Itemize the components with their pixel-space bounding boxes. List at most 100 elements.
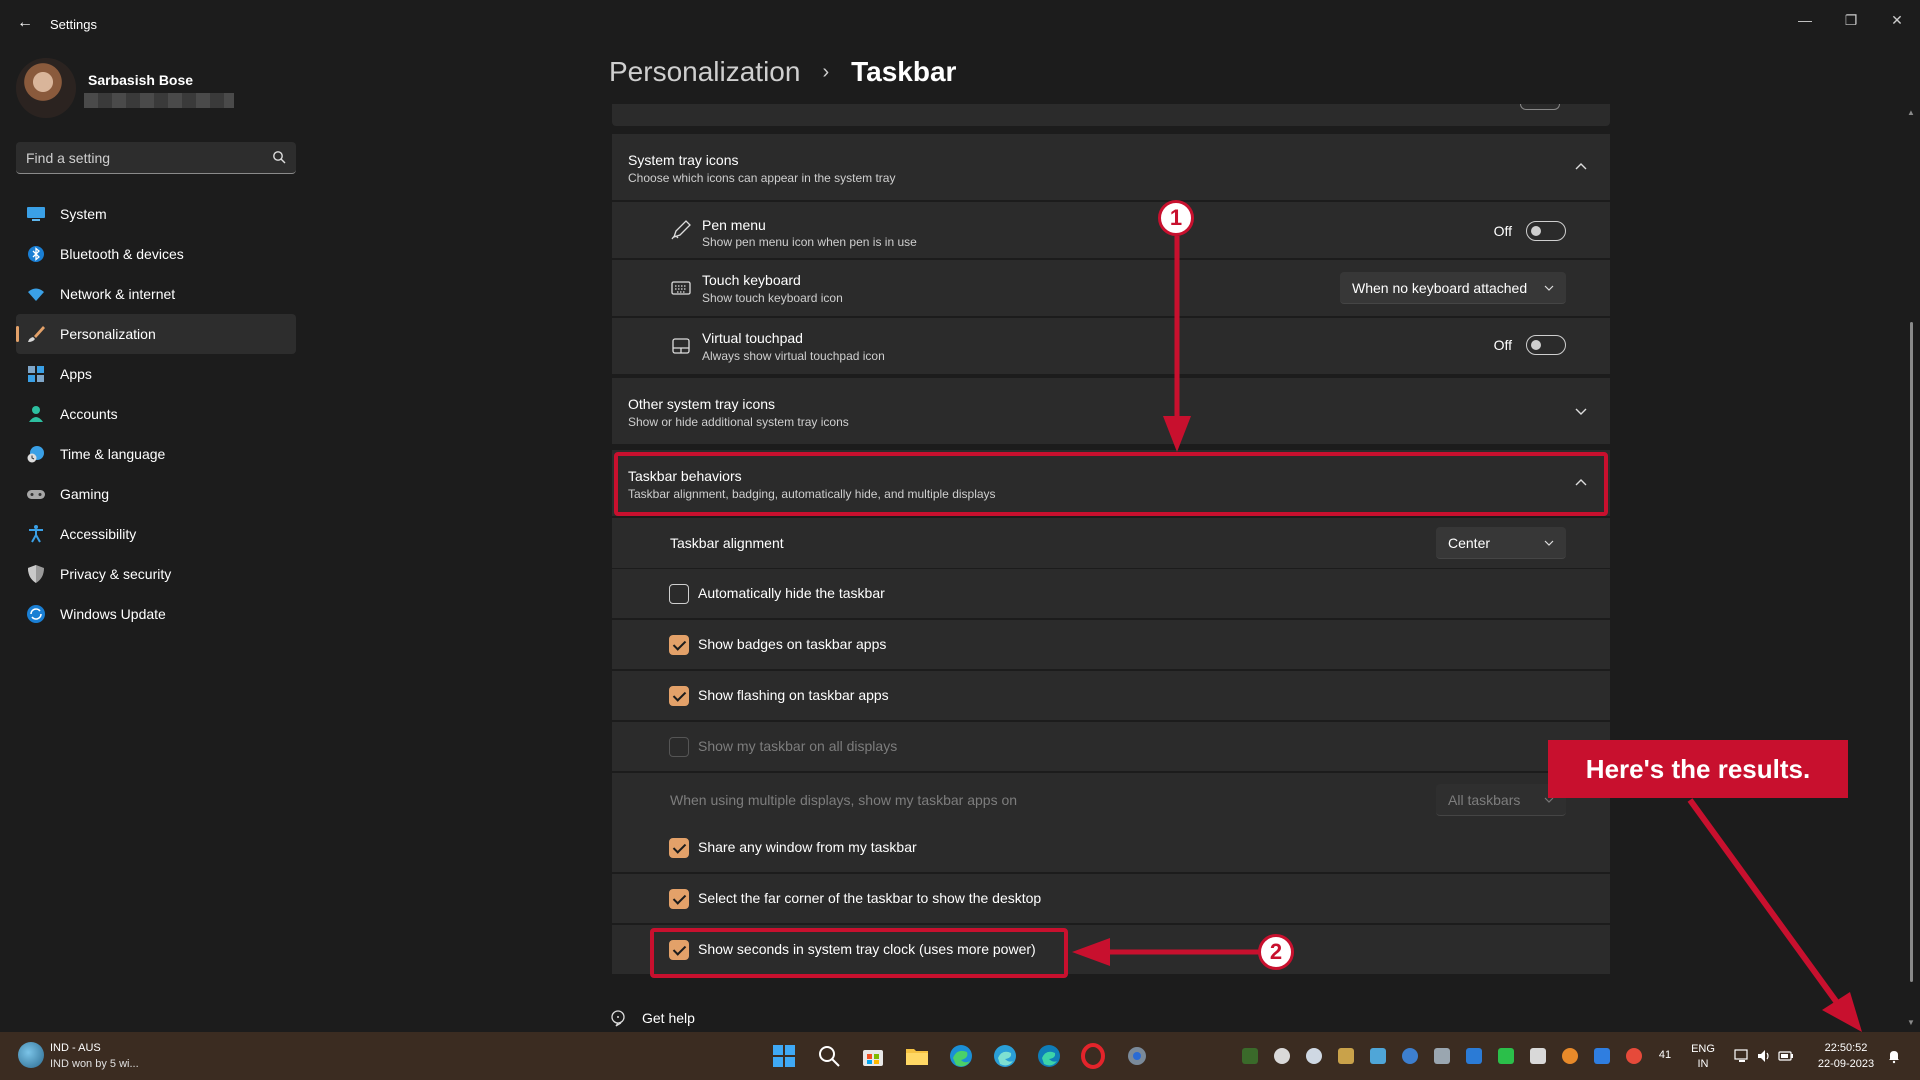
close-button[interactable]: ✕ bbox=[1874, 6, 1920, 34]
clock-date[interactable]: 22-09-2023 bbox=[1812, 1058, 1880, 1070]
sidebar-item-bluetooth[interactable]: Bluetooth & devices bbox=[16, 234, 296, 274]
tray-badge-count[interactable]: 41 bbox=[1654, 1049, 1676, 1061]
search-icon[interactable] bbox=[815, 1042, 843, 1070]
system-tray-section-header[interactable]: System tray icons Choose which icons can… bbox=[612, 134, 1610, 200]
chat-tray-icon[interactable] bbox=[1306, 1048, 1322, 1064]
store-icon[interactable] bbox=[859, 1042, 887, 1070]
checkbox-label[interactable]: Show badges on taskbar apps bbox=[698, 636, 886, 652]
sidebar-item-gaming[interactable]: Gaming bbox=[16, 474, 296, 514]
network-icon[interactable] bbox=[1734, 1048, 1750, 1064]
language-indicator[interactable]: ENG bbox=[1688, 1043, 1718, 1055]
apps-icon bbox=[28, 366, 44, 382]
avatar[interactable] bbox=[16, 58, 76, 118]
sidebar-item-network[interactable]: Network & internet bbox=[16, 274, 296, 314]
setting-row-flashing: Show flashing on taskbar apps bbox=[612, 671, 1610, 720]
sidebar-item-personalization[interactable]: Personalization bbox=[16, 314, 296, 354]
clock-globe-icon bbox=[27, 446, 44, 463]
scroll-up-arrow[interactable]: ▲ bbox=[1907, 108, 1915, 117]
checkbox-label[interactable]: Show flashing on taskbar apps bbox=[698, 687, 889, 703]
app-tray-icon-6[interactable] bbox=[1498, 1048, 1514, 1064]
profile-email-redacted bbox=[84, 93, 234, 108]
sidebar-item-label: Bluetooth & devices bbox=[60, 246, 184, 262]
news-widget-subtitle[interactable]: IND won by 5 wi... bbox=[50, 1058, 139, 1070]
setting-title: Taskbar alignment bbox=[670, 535, 784, 551]
page-title: Taskbar bbox=[851, 56, 957, 87]
checkbox-label[interactable]: Share any window from my taskbar bbox=[698, 839, 917, 855]
section-subtitle: Show or hide additional system tray icon… bbox=[628, 415, 849, 429]
setting-row-auto-hide: Automatically hide the taskbar bbox=[612, 569, 1610, 618]
search-box bbox=[16, 142, 296, 174]
search-input[interactable] bbox=[16, 142, 296, 173]
get-help-link[interactable]: Get help bbox=[610, 1009, 695, 1027]
windows-taskbar: IND - AUS IND won by 5 wi... 41 ENG IN 2… bbox=[0, 1032, 1920, 1080]
sidebar-item-privacy-security[interactable]: Privacy & security bbox=[16, 554, 296, 594]
share-window-checkbox[interactable] bbox=[669, 838, 689, 858]
edge-icon[interactable] bbox=[947, 1042, 975, 1070]
edge-beta-icon[interactable] bbox=[991, 1042, 1019, 1070]
app-tray-icon-3[interactable] bbox=[1402, 1048, 1418, 1064]
breadcrumb: Personalization › Taskbar bbox=[609, 56, 956, 88]
auto-hide-checkbox[interactable] bbox=[669, 584, 689, 604]
chevron-down-icon[interactable] bbox=[1574, 404, 1588, 418]
onedrive-tray-icon[interactable] bbox=[1274, 1048, 1290, 1064]
far-corner-checkbox[interactable] bbox=[669, 889, 689, 909]
chevron-up-icon[interactable] bbox=[1574, 160, 1588, 174]
breadcrumb-parent[interactable]: Personalization bbox=[609, 56, 800, 88]
badges-checkbox[interactable] bbox=[669, 635, 689, 655]
sidebar-item-time-language[interactable]: Time & language bbox=[16, 434, 296, 474]
flashing-checkbox[interactable] bbox=[669, 686, 689, 706]
setting-row-taskbar-alignment: Taskbar alignment Center bbox=[612, 518, 1610, 568]
setting-row-pen-menu: Pen menu Show pen menu icon when pen is … bbox=[612, 202, 1610, 258]
search-icon[interactable] bbox=[272, 150, 286, 164]
settings-app-icon[interactable] bbox=[1123, 1042, 1151, 1070]
sidebar-nav: System Bluetooth & devices Network & int… bbox=[16, 194, 296, 634]
app-tray-icon-4[interactable] bbox=[1434, 1048, 1450, 1064]
checkbox-label[interactable]: Select the far corner of the taskbar to … bbox=[698, 890, 1041, 906]
scroll-down-arrow[interactable]: ▼ bbox=[1907, 1018, 1915, 1027]
chrome-tray-icon[interactable] bbox=[1626, 1048, 1642, 1064]
setting-subtitle: Show pen menu icon when pen is in use bbox=[702, 235, 917, 249]
edge-dev-icon[interactable] bbox=[1035, 1042, 1063, 1070]
language-indicator-sub[interactable]: IN bbox=[1688, 1058, 1718, 1070]
taskbar-alignment-dropdown[interactable]: Center bbox=[1436, 527, 1566, 559]
volume-icon[interactable] bbox=[1756, 1048, 1772, 1064]
other-tray-section-header[interactable]: Other system tray icons Show or hide add… bbox=[612, 378, 1610, 444]
sidebar-item-windows-update[interactable]: Windows Update bbox=[16, 594, 296, 634]
sidebar-item-label: Privacy & security bbox=[60, 566, 172, 582]
notification-bell-icon[interactable] bbox=[1886, 1048, 1902, 1064]
sidebar-item-apps[interactable]: Apps bbox=[16, 354, 296, 394]
minimize-button[interactable]: — bbox=[1782, 6, 1828, 34]
battery-icon[interactable] bbox=[1778, 1048, 1794, 1064]
news-widget-title[interactable]: IND - AUS bbox=[50, 1042, 101, 1054]
nvidia-tray-icon[interactable] bbox=[1242, 1048, 1258, 1064]
sidebar-item-label: System bbox=[60, 206, 107, 222]
sidebar-item-system[interactable]: System bbox=[16, 194, 296, 234]
app-tray-icon-7[interactable] bbox=[1530, 1048, 1546, 1064]
app-tray-icon-8[interactable] bbox=[1562, 1048, 1578, 1064]
opera-icon[interactable] bbox=[1079, 1042, 1107, 1070]
setting-title: When using multiple displays, show my ta… bbox=[670, 792, 1018, 808]
clock-time[interactable]: 22:50:52 bbox=[1816, 1042, 1876, 1054]
sidebar-item-accounts[interactable]: Accounts bbox=[16, 394, 296, 434]
pen-menu-toggle[interactable] bbox=[1526, 221, 1566, 241]
bluetooth-tray-icon[interactable] bbox=[1594, 1048, 1610, 1064]
setting-subtitle: Always show virtual touchpad icon bbox=[702, 349, 885, 363]
app-tray-icon-5[interactable] bbox=[1466, 1048, 1482, 1064]
back-button[interactable]: ← bbox=[14, 12, 36, 34]
app-tray-icon-2[interactable] bbox=[1370, 1048, 1386, 1064]
section-title: System tray icons bbox=[628, 152, 739, 168]
restore-button[interactable]: ❐ bbox=[1828, 6, 1874, 34]
news-widget-icon[interactable] bbox=[18, 1042, 44, 1068]
wifi-icon bbox=[28, 288, 44, 301]
annotation-step-2: 2 bbox=[1258, 934, 1294, 970]
windows-start-icon[interactable] bbox=[770, 1042, 798, 1070]
app-tray-icon-1[interactable] bbox=[1338, 1048, 1354, 1064]
scrollbar-thumb[interactable] bbox=[1910, 322, 1913, 982]
sidebar-item-label: Network & internet bbox=[60, 286, 176, 302]
sidebar-item-accessibility[interactable]: Accessibility bbox=[16, 514, 296, 554]
checkbox-label[interactable]: Automatically hide the taskbar bbox=[698, 585, 885, 601]
virtual-touchpad-toggle[interactable] bbox=[1526, 335, 1566, 355]
toggle-partial[interactable] bbox=[1520, 104, 1560, 110]
touch-keyboard-dropdown[interactable]: When no keyboard attached bbox=[1340, 272, 1566, 304]
file-explorer-icon[interactable] bbox=[903, 1042, 931, 1070]
